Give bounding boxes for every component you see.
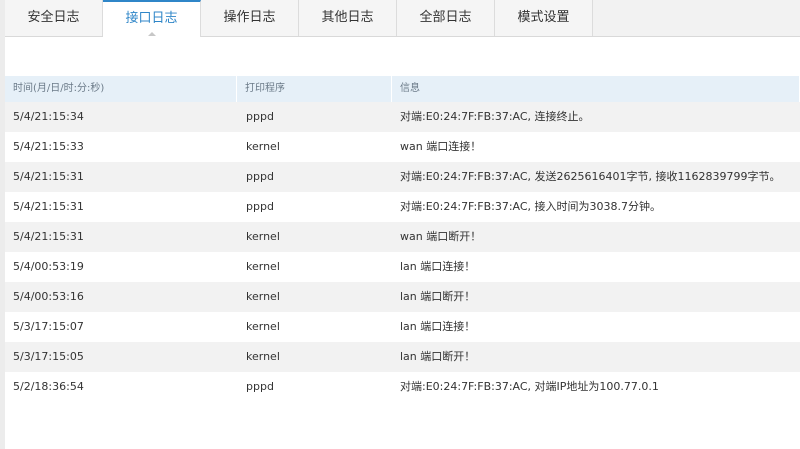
cell-program: pppd (246, 380, 274, 393)
table-row: 5/2/18:36:54 pppd 对端:E0:24:7F:FB:37:AC, … (5, 372, 800, 402)
table-row: 5/4/21:15:34 pppd 对端:E0:24:7F:FB:37:AC, … (5, 102, 800, 132)
cell-program: pppd (246, 170, 274, 183)
tab-other-log[interactable]: 其他日志 (299, 0, 397, 36)
cell-time: 5/4/21:15:33 (13, 140, 84, 153)
table-row: 5/4/00:53:16 kernel lan 端口断开！ (5, 282, 800, 312)
tab-mode-settings[interactable]: 模式设置 (495, 0, 593, 36)
active-tab-caret-icon (147, 32, 156, 36)
table-row: 5/4/21:15:33 kernel wan 端口连接！ (5, 132, 800, 162)
cell-time: 5/4/21:15:31 (13, 230, 84, 243)
cell-message: lan 端口断开！ (400, 350, 476, 363)
cell-message: 对端:E0:24:7F:FB:37:AC, 对端IP地址为100.77.0.1 (400, 380, 659, 393)
column-header-program: 打印程序 (237, 76, 392, 102)
cell-program: pppd (246, 110, 274, 123)
log-tabs: 安全日志 接口日志 操作日志 其他日志 全部日志 模式设置 (5, 0, 800, 37)
cell-message: lan 端口连接！ (400, 320, 476, 333)
cell-time: 5/4/21:15:34 (13, 110, 84, 123)
tab-all-log[interactable]: 全部日志 (397, 0, 495, 36)
column-header-time: 时间(月/日/时:分:秒) (5, 76, 237, 102)
table-row: 5/3/17:15:07 kernel lan 端口连接！ (5, 312, 800, 342)
table-row: 5/4/00:53:19 kernel lan 端口连接！ (5, 252, 800, 282)
cell-message: 对端:E0:24:7F:FB:37:AC, 发送2625616401字节, 接收… (400, 170, 781, 183)
tab-interface-log-label: 接口日志 (125, 11, 178, 26)
cell-program: pppd (246, 200, 274, 213)
cell-time: 5/4/00:53:19 (13, 260, 84, 273)
log-panel: 安全日志 接口日志 操作日志 其他日志 全部日志 模式设置 时间(月/日/时:分… (5, 0, 800, 449)
tab-security-log[interactable]: 安全日志 (5, 0, 103, 36)
cell-message: 对端:E0:24:7F:FB:37:AC, 连接终止。 (400, 110, 590, 123)
table-row: 5/4/21:15:31 kernel wan 端口断开！ (5, 222, 800, 252)
cell-time: 5/4/21:15:31 (13, 170, 84, 183)
cell-program: kernel (246, 140, 280, 153)
cell-program: kernel (246, 230, 280, 243)
table-header: 时间(月/日/时:分:秒) 打印程序 信息 (5, 76, 800, 102)
cell-time: 5/2/18:36:54 (13, 380, 84, 393)
cell-program: kernel (246, 320, 280, 333)
cell-message: wan 端口连接！ (400, 140, 482, 153)
tab-operation-log[interactable]: 操作日志 (201, 0, 299, 36)
cell-program: kernel (246, 350, 280, 363)
cell-message: 对端:E0:24:7F:FB:37:AC, 接入时间为3038.7分钟。 (400, 200, 662, 213)
tab-interface-log[interactable]: 接口日志 (103, 0, 201, 37)
cell-message: lan 端口连接！ (400, 260, 476, 273)
cell-program: kernel (246, 290, 280, 303)
cell-time: 5/3/17:15:05 (13, 350, 84, 363)
cell-time: 5/3/17:15:07 (13, 320, 84, 333)
cell-time: 5/4/21:15:31 (13, 200, 84, 213)
cell-message: wan 端口断开！ (400, 230, 482, 243)
table-row: 5/4/21:15:31 pppd 对端:E0:24:7F:FB:37:AC, … (5, 162, 800, 192)
cell-message: lan 端口断开！ (400, 290, 476, 303)
log-table: 时间(月/日/时:分:秒) 打印程序 信息 5/4/21:15:34 pppd … (5, 76, 800, 402)
table-row: 5/3/17:15:05 kernel lan 端口断开！ (5, 342, 800, 372)
column-header-message: 信息 (392, 76, 800, 102)
table-body: 5/4/21:15:34 pppd 对端:E0:24:7F:FB:37:AC, … (5, 102, 800, 402)
cell-program: kernel (246, 260, 280, 273)
table-row: 5/4/21:15:31 pppd 对端:E0:24:7F:FB:37:AC, … (5, 192, 800, 222)
cell-time: 5/4/00:53:16 (13, 290, 84, 303)
